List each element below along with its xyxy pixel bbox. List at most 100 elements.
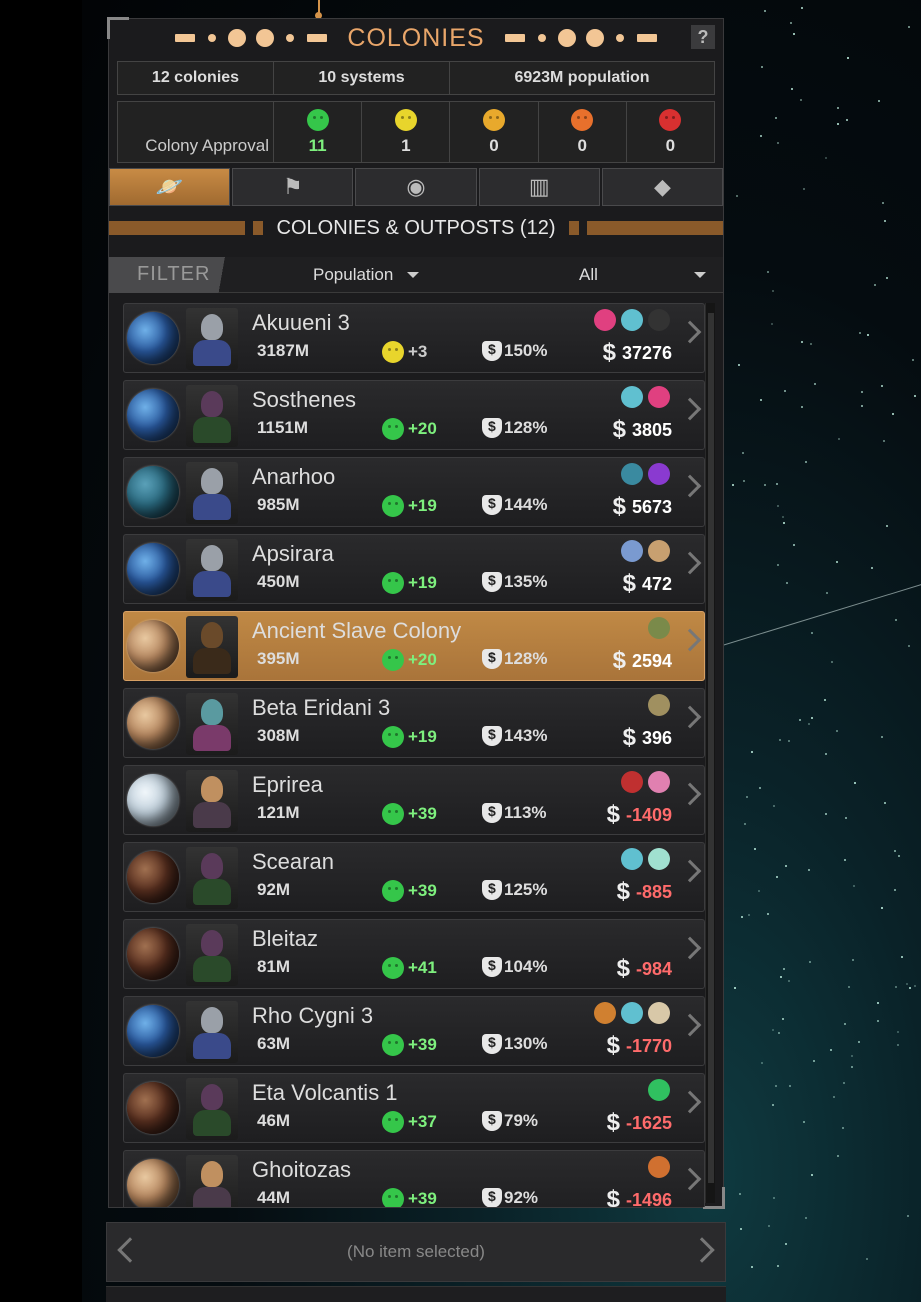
income-indicator: $472 bbox=[623, 570, 672, 598]
star bbox=[882, 202, 884, 204]
theater-mask-icon bbox=[482, 572, 502, 592]
approval-indicator: +41 bbox=[382, 957, 437, 979]
approval-count: 0 bbox=[489, 136, 498, 156]
copper-orb-icon bbox=[648, 1156, 670, 1178]
chevron-right-icon[interactable] bbox=[679, 783, 702, 806]
help-button[interactable]: ? bbox=[691, 25, 715, 49]
planet-icon bbox=[127, 697, 179, 749]
neutral-face-icon bbox=[483, 109, 505, 131]
resource-icons bbox=[648, 617, 670, 639]
culture-indicator: 144% bbox=[482, 495, 547, 515]
chevron-right-icon[interactable] bbox=[679, 937, 702, 960]
income-indicator: $37276 bbox=[603, 339, 672, 367]
chevron-right-icon[interactable] bbox=[679, 629, 702, 652]
star bbox=[785, 1243, 787, 1245]
section-header: COLONIES & OUTPOSTS (12) bbox=[109, 215, 723, 241]
chevron-right-icon[interactable] bbox=[679, 321, 702, 344]
pink-crystal-icon bbox=[594, 309, 616, 331]
colony-row[interactable]: Apsirara 450M +19 135% $472 bbox=[123, 534, 705, 604]
dark-ore-icon bbox=[648, 309, 670, 331]
star bbox=[799, 719, 801, 721]
resource-icons bbox=[648, 1079, 670, 1101]
tan-fungus-icon bbox=[648, 540, 670, 562]
approval-indicator: +39 bbox=[382, 1188, 437, 1207]
chevron-right-icon[interactable] bbox=[679, 1014, 702, 1037]
sort-dropdown[interactable]: Population bbox=[313, 265, 419, 285]
colony-row[interactable]: Eprirea 121M +39 113% $-1409 bbox=[123, 765, 705, 835]
star bbox=[825, 813, 827, 815]
race-portrait bbox=[186, 385, 238, 447]
next-arrow-icon[interactable] bbox=[689, 1237, 714, 1262]
credits-icon: $ bbox=[623, 724, 636, 752]
theater-mask-icon bbox=[482, 495, 502, 515]
colony-row[interactable]: Rho Cygni 3 63M +39 130% $-1770 bbox=[123, 996, 705, 1066]
income-value: 396 bbox=[642, 728, 672, 749]
resource-icons bbox=[621, 386, 670, 408]
income-value: 37276 bbox=[622, 343, 672, 364]
chevron-down-icon bbox=[694, 272, 706, 278]
approval-indicator: +39 bbox=[382, 803, 437, 825]
star bbox=[772, 1104, 774, 1106]
credits-icon: $ bbox=[607, 801, 620, 829]
tab-outposts[interactable]: ⚑ bbox=[232, 168, 353, 206]
colony-row[interactable]: Scearan 92M +39 125% $-885 bbox=[123, 842, 705, 912]
ecstatic-face-icon bbox=[382, 1188, 404, 1207]
income-value: -1625 bbox=[626, 1113, 672, 1134]
colony-row[interactable]: Bleitaz 81M +41 104% $-984 bbox=[123, 919, 705, 989]
star bbox=[825, 157, 827, 159]
colony-row[interactable]: Sosthenes 1151M +20 128% $3805 bbox=[123, 380, 705, 450]
scroll-thumb[interactable] bbox=[708, 313, 714, 1183]
chevron-right-icon[interactable] bbox=[679, 552, 702, 575]
prev-arrow-icon[interactable] bbox=[117, 1237, 142, 1262]
tab-resources[interactable]: ◆ bbox=[602, 168, 723, 206]
chevron-right-icon[interactable] bbox=[679, 860, 702, 883]
culture-indicator: 128% bbox=[482, 418, 547, 438]
race-portrait bbox=[186, 539, 238, 601]
star bbox=[801, 341, 803, 343]
star bbox=[805, 461, 807, 463]
tab-colonies[interactable]: 🪐 bbox=[109, 168, 230, 206]
colony-row[interactable]: Akuueni 3 3187M +3 150% $37276 bbox=[123, 303, 705, 373]
selection-status: (No item selected) bbox=[347, 1242, 485, 1262]
ecstatic-face-icon bbox=[382, 649, 404, 671]
star bbox=[842, 1127, 844, 1129]
chevron-right-icon[interactable] bbox=[679, 706, 702, 729]
resource-icons bbox=[621, 848, 670, 870]
chevron-right-icon[interactable] bbox=[679, 475, 702, 498]
culture-value: 144% bbox=[504, 495, 547, 515]
star bbox=[861, 405, 863, 407]
star bbox=[877, 1002, 879, 1004]
building-icon: ▥ bbox=[529, 174, 550, 200]
resource-icons bbox=[648, 1156, 670, 1178]
resource-icons bbox=[648, 694, 670, 716]
theater-mask-icon bbox=[482, 649, 502, 669]
colony-row[interactable]: Ghoitozas 44M +39 92% $ -1496 bbox=[123, 1150, 705, 1207]
culture-indicator: 92% bbox=[482, 1188, 538, 1207]
colony-row[interactable]: Ancient Slave Colony 395M +20 128% $2594 bbox=[123, 611, 705, 681]
colony-list: Akuueni 33187M+3150%$37276Sosthenes1151M… bbox=[123, 303, 705, 1207]
colony-row[interactable]: Eta Volcantis 1 46M +37 79% $-1625 bbox=[123, 1073, 705, 1143]
tab-planets[interactable]: ◉ bbox=[355, 168, 476, 206]
star bbox=[836, 561, 838, 563]
income-indicator: $ -885 bbox=[617, 878, 672, 906]
credits-icon: $ bbox=[607, 1032, 620, 1060]
culture-indicator: 150% bbox=[482, 341, 547, 361]
title-bar: COLONIES bbox=[109, 19, 723, 57]
ecstatic-face-icon bbox=[382, 1111, 404, 1133]
angry-face-icon bbox=[659, 109, 681, 131]
chevron-right-icon[interactable] bbox=[679, 1091, 702, 1114]
scope-dropdown[interactable]: All bbox=[579, 265, 706, 285]
chevron-right-icon[interactable] bbox=[679, 398, 702, 421]
colony-row[interactable]: Anarhoo 985M +19 144% $5673 bbox=[123, 457, 705, 527]
culture-value: 125% bbox=[504, 880, 547, 900]
tab-buildings[interactable]: ▥ bbox=[479, 168, 600, 206]
income-value: 5673 bbox=[632, 497, 672, 518]
colony-row[interactable]: Beta Eridani 3 308M +19 143% $396 bbox=[123, 688, 705, 758]
cyan-orbs-icon bbox=[621, 1002, 643, 1024]
planet-icon bbox=[127, 1159, 179, 1207]
list-scrollbar[interactable] bbox=[705, 303, 715, 1203]
star bbox=[858, 1041, 860, 1043]
colony-population: 395M bbox=[257, 649, 300, 669]
income-indicator: $ -1625 bbox=[607, 1109, 672, 1137]
chevron-right-icon[interactable] bbox=[679, 1168, 702, 1191]
